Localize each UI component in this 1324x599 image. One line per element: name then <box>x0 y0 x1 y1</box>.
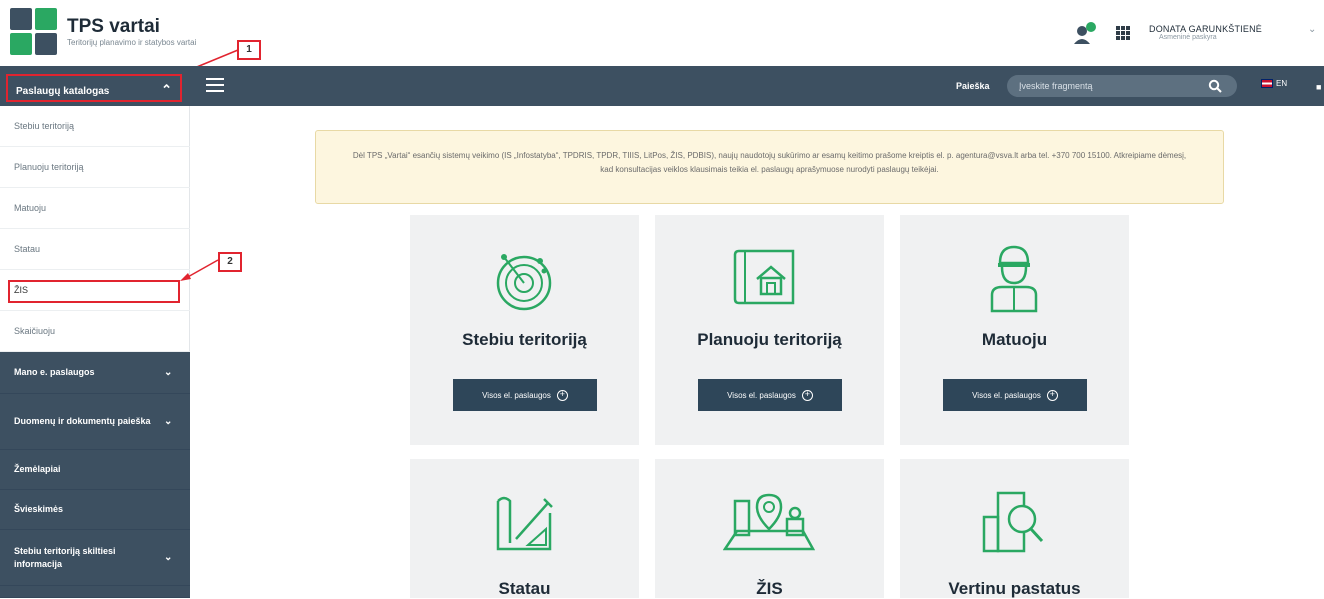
card-vertinu-pastatus[interactable]: Vertinu pastatus <box>900 459 1129 598</box>
brand-subtitle: Teritorijų planavimo ir statybos vartai <box>67 38 197 47</box>
sidebar-section-my-services[interactable]: Mano e. paslaugos ⌄ <box>0 352 190 394</box>
chevron-down-icon: ⌄ <box>164 416 173 427</box>
all-e-services-button[interactable]: Visos el. paslaugos + <box>943 379 1087 411</box>
main-navbar: Paslaugų katalogas ⌃ Paieška EN ■ <box>0 66 1324 106</box>
section-label: Duomenų ir dokumentų paieška <box>14 416 151 426</box>
card-planuoju-teritorija[interactable]: Planuoju teritoriją Visos el. paslaugos … <box>655 215 884 445</box>
all-e-services-button[interactable]: Visos el. paslaugos + <box>453 379 597 411</box>
search-label: Paieška <box>956 81 990 91</box>
button-label: Visos el. paslaugos <box>727 390 796 400</box>
section-label: Stebiu teritoriją skiltiesi informacija <box>14 545 116 569</box>
user-role: Asmeninė paskyra <box>1159 34 1217 41</box>
language-switch[interactable]: EN <box>1261 79 1287 88</box>
card-stebiu-teritorija[interactable]: Stebiu teritoriją Visos el. paslaugos + <box>410 215 639 445</box>
plus-circle-icon: + <box>556 389 568 401</box>
card-statau[interactable]: Statau <box>410 459 639 598</box>
sidebar-item-matuoju[interactable]: Matuoju <box>0 188 190 229</box>
button-label: Visos el. paslaugos <box>482 390 551 400</box>
hamburger-menu-icon[interactable] <box>206 78 224 94</box>
radar-target-icon <box>496 254 552 311</box>
card-title: Matuoju <box>981 330 1048 349</box>
catalog-label: Paslaugų katalogas <box>16 86 110 97</box>
service-catalog-toggle[interactable]: Paslaugų katalogas ⌃ <box>6 74 182 102</box>
section-label: Mano e. paslaugos <box>14 367 95 377</box>
card-title: Statau <box>498 579 551 598</box>
surveyor-icon <box>990 245 1038 313</box>
chevron-down-icon[interactable]: ⌄ <box>1308 24 1316 35</box>
sidebar-section-more[interactable] <box>0 586 190 598</box>
user-icon[interactable]: ■ <box>1316 82 1324 92</box>
button-label: Visos el. paslaugos <box>972 390 1041 400</box>
chevron-up-icon: ⌃ <box>161 82 172 97</box>
sidebar-section-maps[interactable]: Žemėlapiai <box>0 450 190 490</box>
sidebar-item-planuoju[interactable]: Planuoju teritoriją <box>0 147 190 188</box>
brand-title[interactable]: TPS vartai <box>67 16 160 38</box>
search-input[interactable] <box>1007 75 1237 97</box>
construction-plan-icon <box>496 496 553 551</box>
card-title: Stebiu teritoriją <box>462 330 587 349</box>
plus-circle-icon: + <box>801 389 813 401</box>
building-magnifier-icon <box>982 491 1044 553</box>
chevron-down-icon: ⌄ <box>164 367 173 378</box>
annotation-highlight-zis <box>8 280 180 303</box>
section-label: Švieskimės <box>14 504 64 514</box>
card-title: ŽIS <box>756 579 783 598</box>
sidebar-item-statau[interactable]: Statau <box>0 229 190 270</box>
chevron-down-icon: ⌄ <box>164 552 173 563</box>
uk-flag-icon <box>1261 79 1273 88</box>
sidebar-section-learn[interactable]: Švieskimės <box>0 490 190 530</box>
user-name[interactable]: DONATA GARUNKŠTIENĖ <box>1149 24 1262 34</box>
tps-logo-icon[interactable] <box>10 8 58 56</box>
sidebar-item-stebiu[interactable]: Stebiu teritoriją <box>0 106 190 147</box>
card-zis[interactable]: ŽIS <box>655 459 884 598</box>
sidebar-section-info[interactable]: Stebiu teritoriją skiltiesi informacija … <box>0 530 190 586</box>
sidebar-item-skaiciuoju[interactable]: Skaičiuoju <box>0 311 190 352</box>
language-label: EN <box>1276 79 1288 88</box>
sidebar: Stebiu teritoriją Planuoju teritoriją Ma… <box>0 106 190 598</box>
annotation-arrow-2 <box>180 259 219 281</box>
plus-circle-icon: + <box>1046 389 1058 401</box>
all-e-services-button[interactable]: Visos el. paslaugos + <box>698 379 842 411</box>
card-title: Planuoju teritoriją <box>697 330 842 349</box>
card-title: Vertinu pastatus <box>948 579 1081 598</box>
user-notification-icon[interactable] <box>1073 22 1097 44</box>
card-matuoju[interactable]: Matuoju Visos el. paslaugos + <box>900 215 1129 445</box>
section-label: Žemėlapiai <box>14 464 61 474</box>
sidebar-section-search[interactable]: Duomenų ir dokumentų paieška ⌄ <box>0 394 190 450</box>
search-icon[interactable] <box>1208 79 1222 93</box>
apps-grid-icon[interactable] <box>1116 26 1130 40</box>
city-map-pin-icon <box>723 493 815 551</box>
blueprint-house-icon <box>733 249 795 305</box>
notice-banner: Dėl TPS „Vartai“ esančių sistemų veikimo… <box>315 130 1224 204</box>
